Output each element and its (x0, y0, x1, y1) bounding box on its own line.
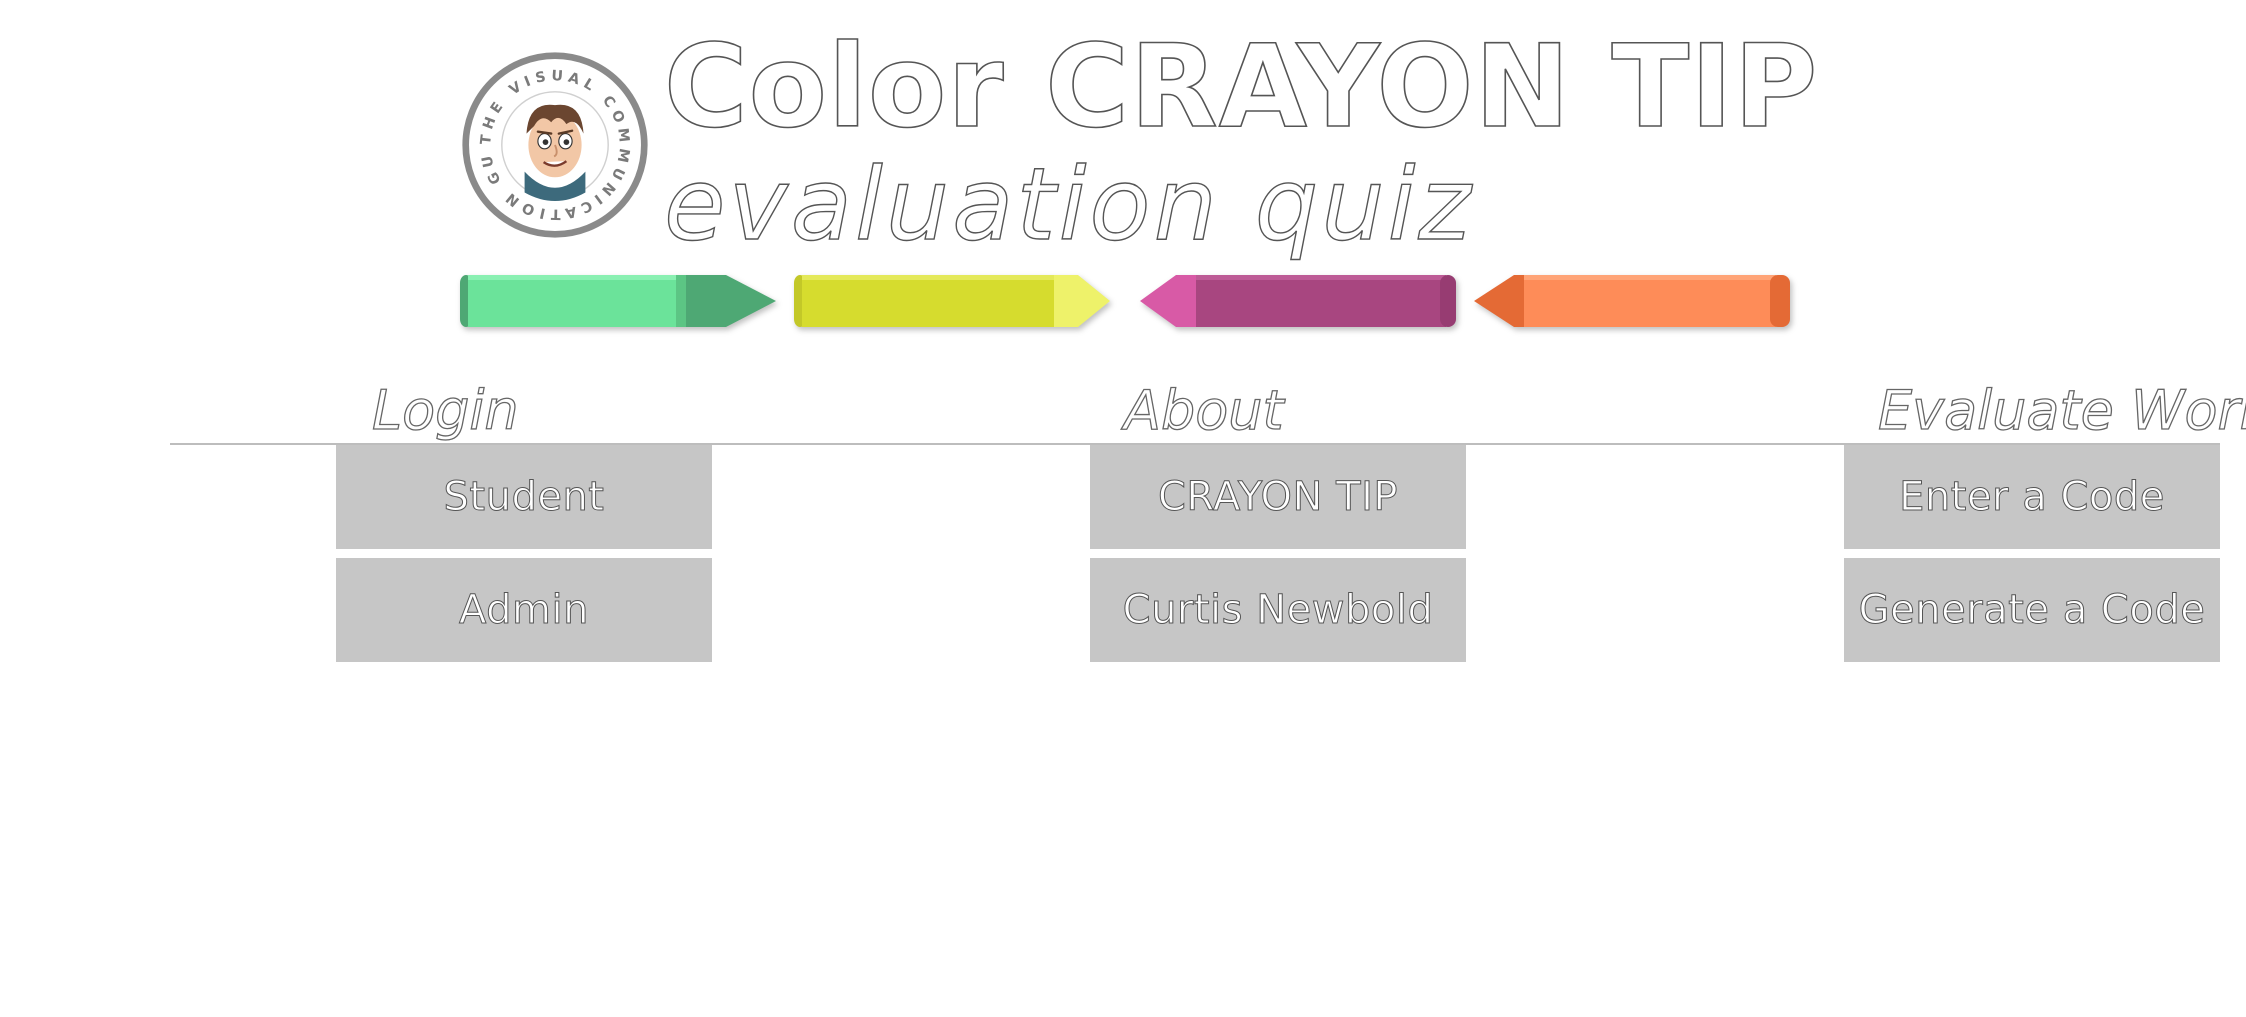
student-login-button[interactable]: Student (336, 445, 712, 549)
student-login-label: Student (443, 474, 605, 521)
about-curtis-newbold-label: Curtis Newbold (1122, 587, 1434, 634)
enter-code-label: Enter a Code (1899, 474, 2165, 521)
enter-code-button[interactable]: Enter a Code (1844, 445, 2220, 549)
evaluate-work-heading: Evaluate Work (1877, 379, 2246, 442)
logo-badge-icon: THE VISUAL COMMUNICATION GUY (460, 50, 648, 238)
admin-login-button[interactable]: Admin (336, 558, 712, 662)
about-crayon-tip-button[interactable]: CRAYON TIP (1090, 445, 1466, 549)
page-title: Color CRAYON TIP (663, 20, 1819, 153)
green-crayon (460, 272, 776, 330)
about-crayon-tip-label: CRAYON TIP (1157, 474, 1399, 521)
page-subtitle: evaluation quiz (663, 146, 1474, 263)
yellow-crayon (794, 272, 1110, 330)
admin-login-label: Admin (459, 587, 589, 634)
about-curtis-newbold-button[interactable]: Curtis Newbold (1090, 558, 1466, 662)
login-heading: Login (371, 379, 519, 442)
purple-crayon (1140, 272, 1456, 330)
generate-code-button[interactable]: Generate a Code (1844, 558, 2220, 662)
visual-communication-guy-logo[interactable]: THE VISUAL COMMUNICATION GUY (460, 50, 650, 240)
orange-crayon (1474, 272, 1790, 330)
about-heading: About (1123, 379, 1284, 442)
generate-code-label: Generate a Code (1858, 587, 2206, 634)
